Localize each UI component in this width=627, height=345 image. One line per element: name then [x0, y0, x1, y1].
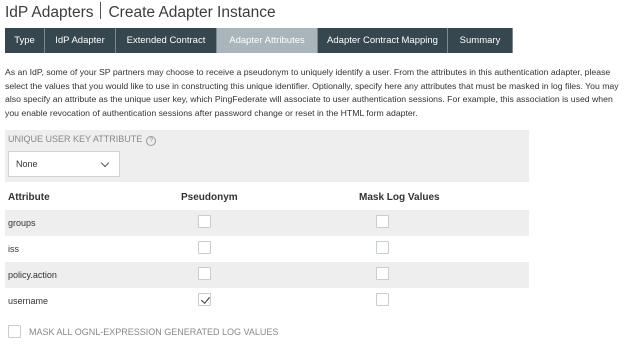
checkmark-icon [200, 294, 210, 304]
mask-log-checkbox[interactable] [376, 215, 389, 228]
table-row: groups [5, 210, 529, 236]
unique-user-key-value: None [16, 159, 38, 169]
mask-all-checkbox[interactable] [8, 325, 21, 338]
table-row: policy.action [5, 262, 529, 288]
pseudonym-checkbox[interactable] [198, 293, 211, 306]
breadcrumb-idp-adapters: IdP Adapters [5, 4, 94, 21]
table-header: Attribute Pseudonym Mask Log Values [5, 186, 529, 210]
description-text: As an IdP, some of your SP partners may … [5, 67, 619, 118]
attribute-name: iss [8, 244, 19, 254]
column-header-attribute: Attribute [8, 192, 50, 203]
attribute-name: policy.action [8, 270, 57, 280]
mask-log-checkbox[interactable] [376, 267, 389, 280]
column-header-mask-log-values: Mask Log Values [359, 192, 440, 203]
mask-all-label: MASK ALL OGNL-EXPRESSION GENERATED LOG V… [29, 327, 279, 337]
page-subtitle: Create Adapter Instance [108, 4, 276, 21]
page-title: IdP Adapters Create Adapter Instance [5, 2, 276, 24]
tab-summary[interactable]: Summary [448, 28, 513, 53]
tab-extended-contract[interactable]: Extended Contract [116, 28, 217, 53]
table-row: username [5, 288, 529, 314]
unique-user-key-label-text: UNIQUE USER KEY ATTRIBUTE [8, 134, 143, 144]
mask-log-checkbox[interactable] [376, 241, 389, 254]
unique-user-key-label: UNIQUE USER KEY ATTRIBUTE? [8, 134, 157, 146]
pseudonym-checkbox[interactable] [198, 215, 211, 228]
mask-log-checkbox[interactable] [376, 293, 389, 306]
tab-type[interactable]: Type [5, 28, 45, 53]
attribute-name: groups [8, 218, 36, 228]
attribute-name: username [8, 296, 49, 306]
help-icon[interactable]: ? [146, 136, 157, 146]
title-divider [100, 2, 102, 19]
unique-user-key-select[interactable]: None [8, 151, 120, 177]
column-header-pseudonym: Pseudonym [181, 192, 238, 203]
pseudonym-checkbox[interactable] [198, 241, 211, 254]
tab-adapter-attributes[interactable]: Adapter Attributes [217, 28, 318, 53]
unique-user-key-section: UNIQUE USER KEY ATTRIBUTE? None [5, 130, 529, 182]
pseudonym-checkbox[interactable] [198, 267, 211, 280]
wizard-tabs: Type IdP Adapter Extended Contract Adapt… [5, 28, 513, 53]
tab-idp-adapter[interactable]: IdP Adapter [45, 28, 116, 53]
chevron-down-icon [100, 158, 110, 168]
tab-adapter-contract-mapping[interactable]: Adapter Contract Mapping [318, 28, 448, 53]
table-row: iss [5, 236, 529, 262]
